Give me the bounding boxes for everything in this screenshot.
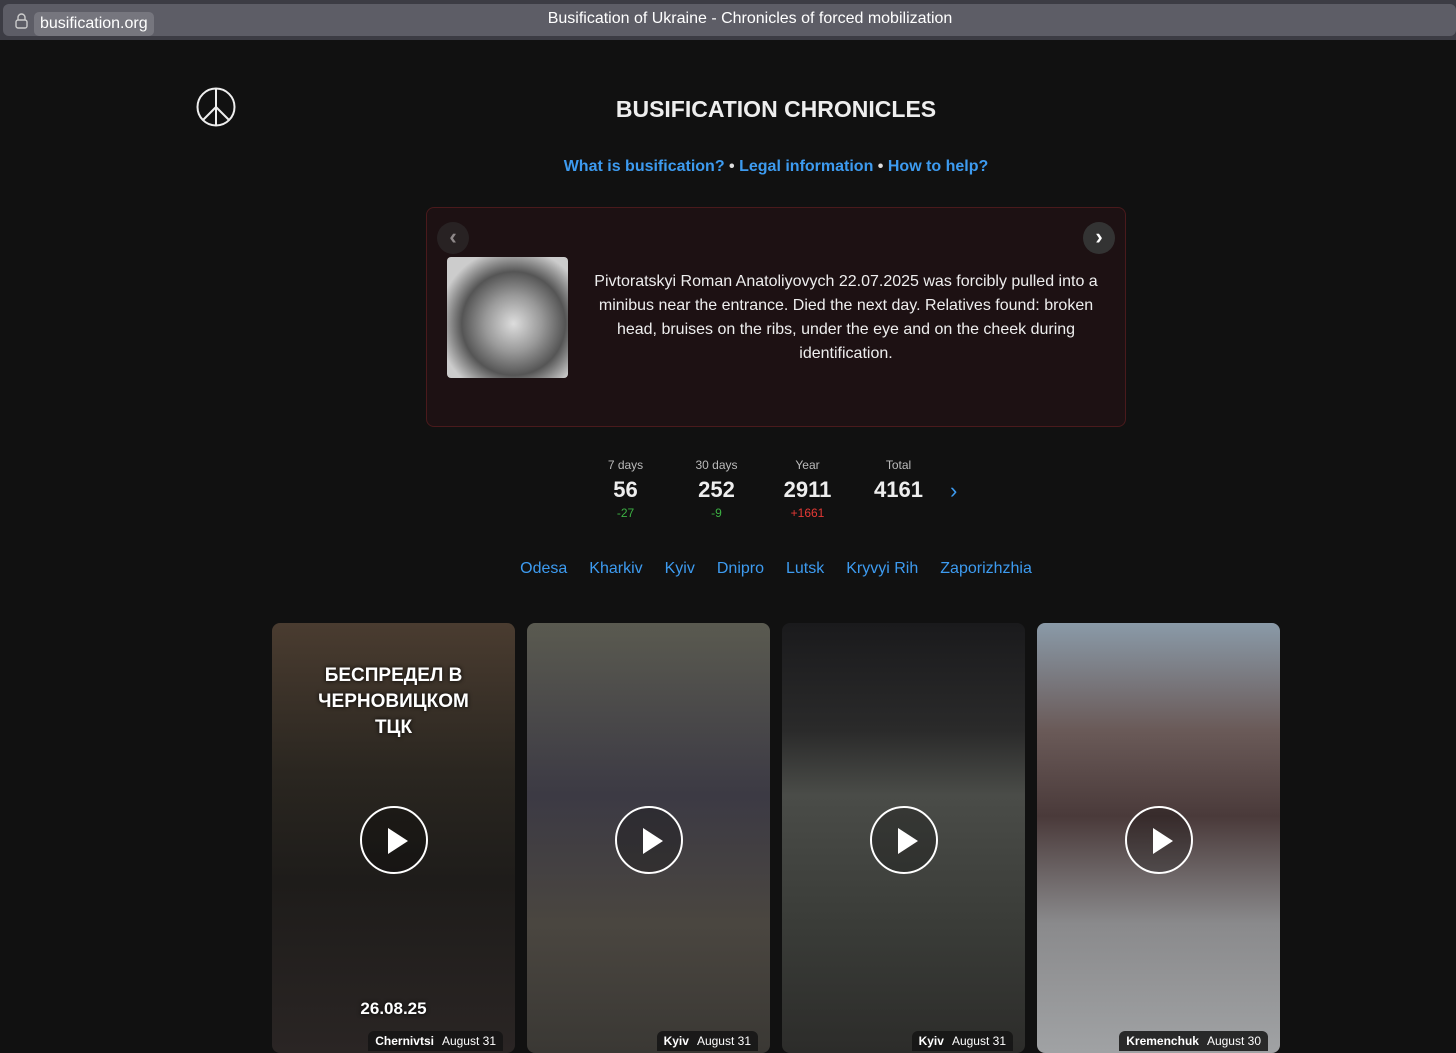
stat-value: 56 (613, 477, 638, 502)
stats-next-chevron-icon[interactable]: › (950, 478, 957, 504)
play-icon[interactable] (870, 806, 938, 874)
stat-label: 30 days (695, 458, 738, 472)
video-card[interactable]: Kremenchuk August 30 (1037, 623, 1280, 1053)
video-card[interactable]: БЕСПРЕДЕЛ В ЧЕРНОВИЦКОМ ТЦК 26.08.25 Che… (272, 623, 515, 1053)
city-kryvyi-rih[interactable]: Kryvyi Rih (846, 560, 918, 577)
video-date: August 31 (441, 1034, 496, 1048)
video-city: Kremenchuk (1126, 1034, 1199, 1048)
video-caption: Kyiv August 31 (656, 1031, 758, 1051)
next-story-button[interactable]: › (1083, 222, 1115, 254)
story-carousel: ‹ › Pivtoratskyi Roman Anatoliyovych 22.… (426, 207, 1126, 427)
story-text: Pivtoratskyi Roman Anatoliyovych 22.07.2… (594, 273, 1098, 362)
stats: 7 days 56 -27 30 days 252 -9 Year 2911 +1661 T… (580, 458, 944, 520)
city-zaporizhzhia[interactable]: Zaporizhzhia (940, 560, 1032, 577)
city-dnipro[interactable]: Dnipro (717, 560, 764, 577)
stat-delta: -27 (616, 506, 635, 520)
stat-7-days: 7 days 56 -27 (580, 458, 671, 520)
video-card[interactable]: Kyiv August 31 (782, 623, 1025, 1053)
separator: • (729, 158, 735, 175)
play-icon[interactable] (615, 806, 683, 874)
link-legal-information[interactable]: Legal information (739, 158, 873, 175)
video-caption: Kyiv August 31 (911, 1031, 1013, 1051)
video-date: August 31 (696, 1034, 751, 1048)
video-date: August 30 (1206, 1034, 1261, 1048)
stat-label: Total (885, 458, 912, 472)
play-icon[interactable] (360, 806, 428, 874)
city-lutsk[interactable]: Lutsk (786, 560, 824, 577)
header-links: What is busification? • Legal informatio… (0, 158, 1456, 176)
video-caption: Kremenchuk August 30 (1119, 1031, 1268, 1051)
stat-value: 252 (698, 477, 735, 502)
video-city: Kyiv (663, 1034, 689, 1048)
video-city: Kyiv (918, 1034, 944, 1048)
stat-value: 2911 (783, 477, 832, 502)
stat-delta: +1661 (790, 506, 825, 520)
video-card[interactable]: Kyiv August 31 (527, 623, 770, 1053)
window-title: Busification of Ukraine - Chronicles of … (547, 10, 953, 27)
video-city: Chernivtsi (375, 1034, 434, 1048)
separator: • (877, 158, 884, 175)
video-overlay-text: БЕСПРЕДЕЛ В ЧЕРНОВИЦКОМ ТЦК (318, 665, 469, 738)
play-icon[interactable] (1125, 806, 1193, 874)
video-caption: Chernivtsi August 31 (368, 1031, 503, 1051)
city-links: Odesa Kharkiv Kyiv Dnipro Lutsk Kryvyi Rih Zap… (0, 560, 1456, 578)
stat-delta: -9 (711, 506, 722, 520)
video-overlay-date: 26.08.25 (360, 999, 427, 1018)
stat-label: Year (795, 458, 820, 472)
stat-30-days: 30 days 252 -9 (671, 458, 762, 520)
prev-story-button[interactable]: ‹ (437, 222, 469, 254)
stat-total: Total 4161 (853, 458, 944, 520)
page-title: BUSIFICATION CHRONICLES (615, 96, 937, 122)
city-kyiv[interactable]: Kyiv (665, 560, 695, 577)
city-kharkiv[interactable]: Kharkiv (589, 560, 642, 577)
stat-value: 4161 (874, 477, 923, 502)
video-date: August 31 (951, 1034, 1006, 1048)
link-what-is-busification[interactable]: What is busification? (564, 158, 725, 175)
browser-bar: busification.org Busification of Ukraine… (0, 0, 1456, 40)
stat-label: 7 days (607, 458, 644, 472)
city-odesa[interactable]: Odesa (520, 560, 567, 577)
stat-year: Year 2911 +1661 (762, 458, 853, 520)
link-how-to-help[interactable]: How to help? (888, 158, 988, 175)
victim-photo (447, 257, 568, 378)
